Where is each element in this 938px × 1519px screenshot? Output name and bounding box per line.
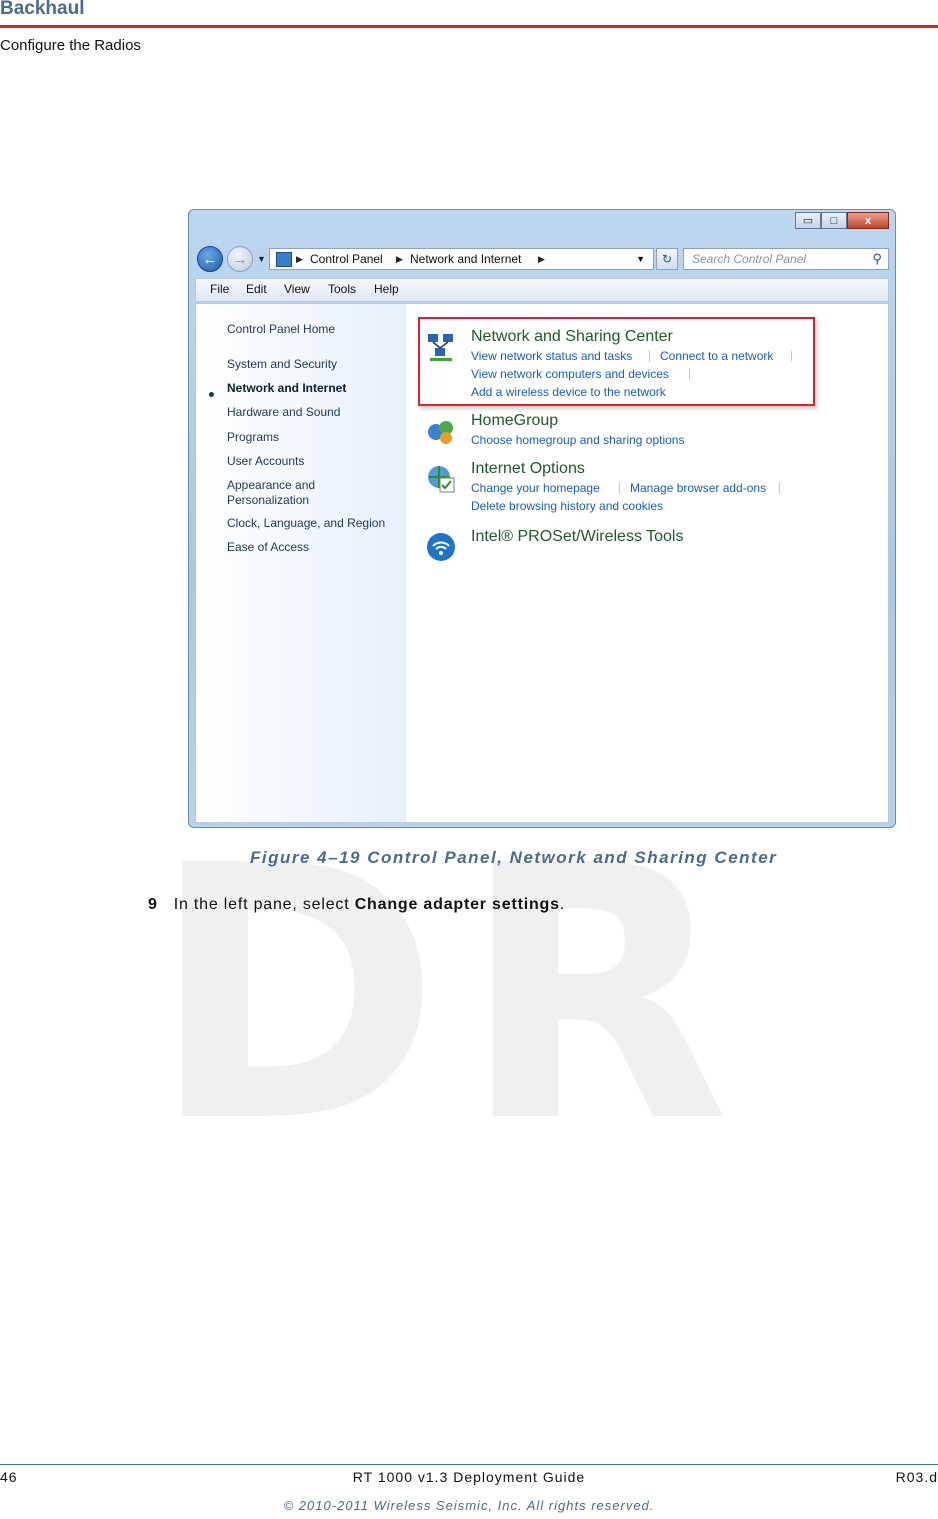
link-manage-addons[interactable]: Manage browser add-ons [630, 481, 766, 495]
link-connect-network[interactable]: Connect to a network [660, 349, 773, 363]
category-title-internet-options[interactable]: Internet Options [471, 460, 585, 478]
left-pane-item-ease-of-access[interactable]: Ease of Access [227, 540, 402, 555]
control-panel-screenshot: ▭ □ x ← → ▼ ▶ Control Panel ▶ Network an… [188, 209, 896, 828]
draft-watermark: DR [150, 791, 751, 1199]
forward-button[interactable]: → [227, 246, 253, 272]
divider: | [778, 480, 782, 494]
wireless-icon [427, 533, 455, 561]
divider: | [688, 366, 692, 380]
link-change-homepage[interactable]: Change your homepage [471, 481, 600, 495]
menu-bar: File Edit View Tools Help [195, 278, 889, 302]
control-panel-icon [276, 252, 292, 267]
search-icon[interactable]: ⚲ [872, 249, 882, 269]
link-view-network-computers[interactable]: View network computers and devices [471, 367, 669, 381]
breadcrumb-arrow-icon[interactable]: ▶ [538, 249, 545, 269]
procedure-step: 9 In the left pane, select Change adapter… [148, 896, 565, 914]
step-text-end: . [559, 896, 566, 913]
category-title-homegroup[interactable]: HomeGroup [471, 412, 558, 430]
left-pane-item-system-security[interactable]: System and Security [227, 357, 402, 372]
left-pane-item-hardware-sound[interactable]: Hardware and Sound [227, 405, 402, 420]
minimize-button[interactable]: ▭ [795, 212, 821, 229]
left-pane-item-network-internet[interactable]: Network and Internet [227, 381, 402, 396]
address-dropdown-icon[interactable]: ▼ [636, 249, 645, 269]
search-input[interactable]: Search Control Panel ⚲ [683, 248, 889, 270]
search-placeholder: Search Control Panel [692, 252, 807, 266]
link-view-network-status[interactable]: View network status and tasks [471, 349, 632, 363]
menu-edit[interactable]: Edit [246, 282, 267, 296]
maximize-button[interactable]: □ [821, 212, 847, 229]
breadcrumb-control-panel[interactable]: Control Panel [310, 249, 383, 269]
footer-doc-title: RT 1000 v1.3 Deployment Guide [352, 1469, 586, 1485]
divider: | [790, 348, 794, 362]
internet-options-icon [428, 466, 455, 493]
back-button[interactable]: ← [197, 246, 223, 272]
content-area: Control Panel Home System and Security N… [195, 303, 889, 823]
header-subsection: Configure the Radios [0, 37, 141, 54]
header-rule [0, 25, 938, 28]
step-text: In the left pane, select [173, 896, 355, 913]
footer-revision: R03.d [895, 1469, 938, 1485]
divider: | [648, 348, 652, 362]
network-sharing-icon [428, 334, 453, 361]
figure-caption: Figure 4–19 Control Panel, Network and S… [250, 848, 778, 867]
left-pane-item-appearance[interactable]: Appearance and Personalization [227, 478, 327, 508]
link-add-wireless-device[interactable]: Add a wireless device to the network [471, 385, 666, 399]
menu-view[interactable]: View [284, 282, 310, 296]
footer-page-number: 46 [0, 1469, 18, 1485]
category-title-network-sharing[interactable]: Network and Sharing Center [471, 328, 673, 346]
menu-tools[interactable]: Tools [328, 282, 356, 296]
recent-pages-dropdown-icon[interactable]: ▼ [257, 254, 266, 264]
breadcrumb-network-internet[interactable]: Network and Internet [410, 249, 521, 269]
close-button[interactable]: x [847, 212, 889, 229]
menu-help[interactable]: Help [374, 282, 399, 296]
left-pane-item-programs[interactable]: Programs [227, 430, 402, 445]
left-pane-item-user-accounts[interactable]: User Accounts [227, 454, 402, 469]
footer-copyright: © 2010-2011 Wireless Seismic, Inc. All r… [283, 1498, 655, 1513]
breadcrumb-arrow-icon[interactable]: ▶ [296, 249, 303, 269]
current-category-bullet [209, 392, 214, 397]
step-number: 9 [148, 896, 158, 913]
refresh-button[interactable]: ↻ [656, 248, 678, 270]
breadcrumb-arrow-icon[interactable]: ▶ [396, 249, 403, 269]
header-section-title: Backhaul [0, 0, 85, 19]
menu-file[interactable]: File [210, 282, 229, 296]
left-pane: Control Panel Home System and Security N… [196, 304, 406, 822]
left-pane-item-control-panel-home[interactable]: Control Panel Home [227, 322, 402, 337]
footer-rule [0, 1464, 938, 1465]
left-pane-item-clock-language-region[interactable]: Clock, Language, and Region [227, 516, 402, 531]
link-choose-homegroup[interactable]: Choose homegroup and sharing options [471, 433, 684, 447]
step-bold-text: Change adapter settings [354, 896, 560, 913]
homegroup-icon [428, 421, 453, 444]
link-delete-history[interactable]: Delete browsing history and cookies [471, 499, 663, 513]
window-controls: ▭ □ x [795, 212, 889, 229]
divider: | [618, 480, 622, 494]
address-bar[interactable]: ▶ Control Panel ▶ Network and Internet ▶… [269, 248, 654, 270]
navigation-bar: ← → ▼ ▶ Control Panel ▶ Network and Inte… [197, 246, 889, 272]
category-title-intel-proset[interactable]: Intel® PROSet/Wireless Tools [471, 528, 683, 546]
